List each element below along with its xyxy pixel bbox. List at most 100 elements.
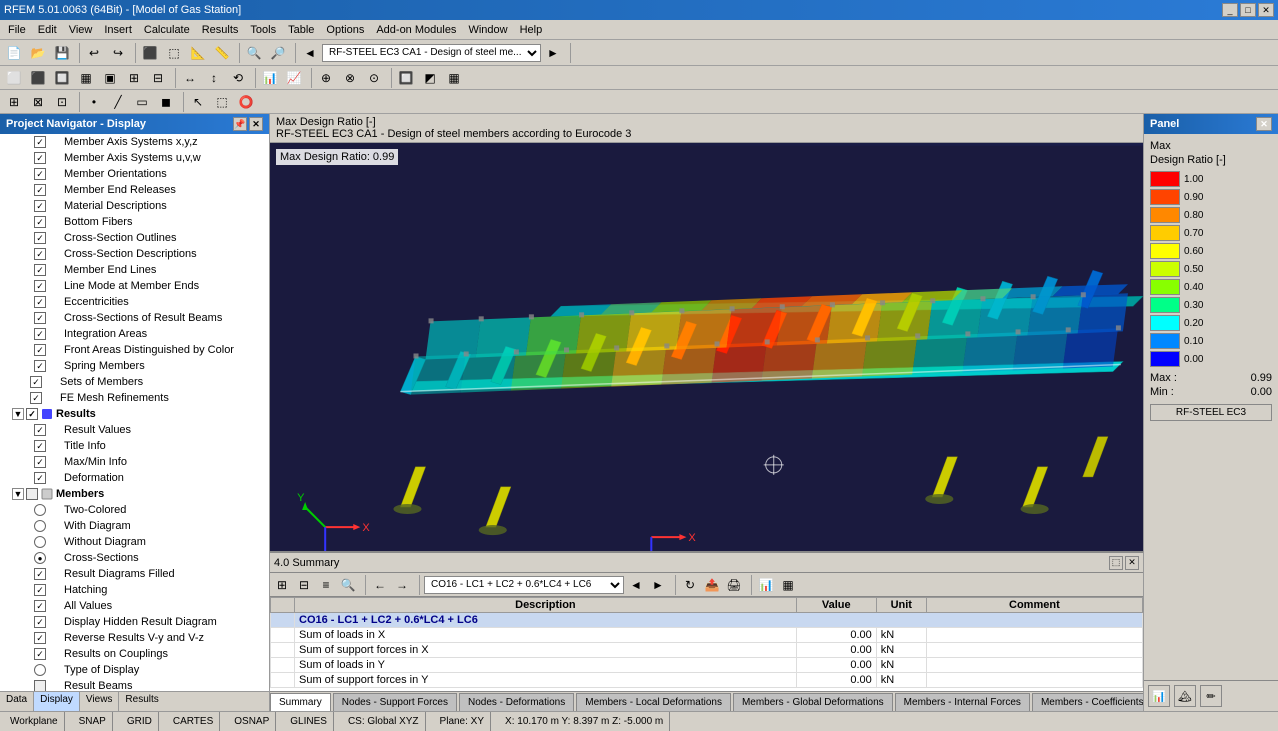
checkbox-1[interactable] xyxy=(34,152,46,164)
tb2-btn9[interactable]: ↕ xyxy=(203,67,225,89)
tab-nodes---support-forces[interactable]: Nodes - Support Forces xyxy=(333,693,457,711)
tree-item-4[interactable]: Material Descriptions xyxy=(0,198,269,214)
zoom-in-btn[interactable]: 🔍 xyxy=(243,42,265,64)
tree-item-30[interactable]: Display Hidden Result Diagram xyxy=(0,614,269,630)
table-row-3[interactable]: Sum of loads in Y0.00kN xyxy=(271,658,1143,673)
tb2-view1[interactable]: 🔲 xyxy=(395,67,417,89)
menu-item-add-on-modules[interactable]: Add-on Modules xyxy=(370,22,462,38)
tree-item-18[interactable]: Result Values xyxy=(0,422,269,438)
tree-item-27[interactable]: Result Diagrams Filled xyxy=(0,566,269,582)
tab-members---global-deformations[interactable]: Members - Global Deformations xyxy=(733,693,893,711)
tree-item-1[interactable]: Member Axis Systems u,v,w xyxy=(0,150,269,166)
tree-item-24[interactable]: With Diagram xyxy=(0,518,269,534)
checkbox-14[interactable] xyxy=(34,360,46,372)
bt-export[interactable]: 📤 xyxy=(703,576,721,594)
tb2-btn5[interactable]: ▣ xyxy=(99,67,121,89)
zoom-out-btn[interactable]: 🔎 xyxy=(267,42,289,64)
checkbox-28[interactable] xyxy=(34,584,46,596)
checkbox-2[interactable] xyxy=(34,168,46,180)
checkbox-27[interactable] xyxy=(34,568,46,580)
expander-17[interactable]: ▼ xyxy=(12,408,24,420)
viewport[interactable]: Max Design Ratio [-] RF-STEEL EC3 CA1 - … xyxy=(270,114,1143,551)
tb2-btn4[interactable]: ▦ xyxy=(75,67,97,89)
tree-item-8[interactable]: Member End Lines xyxy=(0,262,269,278)
tree-item-13[interactable]: Front Areas Distinguished by Color xyxy=(0,342,269,358)
minimize-button[interactable]: _ xyxy=(1222,3,1238,17)
save-btn[interactable]: 💾 xyxy=(51,42,73,64)
bt-btn6[interactable]: → xyxy=(393,576,411,594)
tb2-btn10[interactable]: ⟲ xyxy=(227,67,249,89)
nav-tab-data[interactable]: Data xyxy=(0,692,34,711)
checkbox-4[interactable] xyxy=(34,200,46,212)
checkbox-18[interactable] xyxy=(34,424,46,436)
radio-24[interactable] xyxy=(34,520,46,532)
checkbox-31[interactable] xyxy=(34,632,46,644)
menu-item-insert[interactable]: Insert xyxy=(98,22,138,38)
radio-23[interactable] xyxy=(34,504,46,516)
tree-item-5[interactable]: Bottom Fibers xyxy=(0,214,269,230)
panel-footer-btn1[interactable]: 📊 xyxy=(1148,685,1170,707)
checkbox-17[interactable] xyxy=(26,408,38,420)
panel-action-button[interactable]: RF-STEEL EC3 xyxy=(1150,404,1272,421)
tb3-line[interactable]: ╱ xyxy=(107,91,129,113)
tree-item-12[interactable]: Integration Areas xyxy=(0,326,269,342)
checkbox-7[interactable] xyxy=(34,248,46,260)
checkbox-32[interactable] xyxy=(34,648,46,660)
tree-item-26[interactable]: ●Cross-Sections xyxy=(0,550,269,566)
tb-btn-4[interactable]: 📏 xyxy=(211,42,233,64)
menu-item-help[interactable]: Help xyxy=(514,22,549,38)
bt-btn3[interactable]: ≡ xyxy=(317,576,335,594)
bt-btn2[interactable]: ⊟ xyxy=(295,576,313,594)
menu-item-tools[interactable]: Tools xyxy=(244,22,282,38)
tb2-btn3[interactable]: 🔲 xyxy=(51,67,73,89)
bottom-panel-close-button[interactable]: ✕ xyxy=(1125,556,1139,570)
checkbox-5[interactable] xyxy=(34,216,46,228)
tree-item-32[interactable]: Results on Couplings xyxy=(0,646,269,662)
tree-item-25[interactable]: Without Diagram xyxy=(0,534,269,550)
bt-print[interactable]: 🖨 xyxy=(725,576,743,594)
tree-item-19[interactable]: Title Info xyxy=(0,438,269,454)
tree-item-3[interactable]: Member End Releases xyxy=(0,182,269,198)
checkbox-10[interactable] xyxy=(34,296,46,308)
tree-item-9[interactable]: Line Mode at Member Ends xyxy=(0,278,269,294)
tb3-btn1[interactable]: ⊞ xyxy=(3,91,25,113)
tree-item-15[interactable]: Sets of Members xyxy=(0,374,269,390)
checkbox-13[interactable] xyxy=(34,344,46,356)
undo-btn[interactable]: ↩ xyxy=(83,42,105,64)
tb-btn-3[interactable]: 📐 xyxy=(187,42,209,64)
tree-item-0[interactable]: Member Axis Systems x,y,z xyxy=(0,134,269,150)
tb2-btn6[interactable]: ⊞ xyxy=(123,67,145,89)
tree-item-22[interactable]: ▼Members xyxy=(0,486,269,502)
checkbox-29[interactable] xyxy=(34,600,46,612)
viewport-canvas[interactable]: X Y Z X xyxy=(270,143,1143,551)
tree-item-10[interactable]: Eccentricities xyxy=(0,294,269,310)
tb3-node[interactable]: • xyxy=(83,91,105,113)
menu-item-file[interactable]: File xyxy=(2,22,32,38)
checkbox-20[interactable] xyxy=(34,456,46,468)
bt-table[interactable]: ▦ xyxy=(779,576,797,594)
checkbox-22[interactable] xyxy=(26,488,38,500)
menu-item-options[interactable]: Options xyxy=(320,22,370,38)
checkbox-8[interactable] xyxy=(34,264,46,276)
tb3-sel1[interactable]: ↖ xyxy=(187,91,209,113)
checkbox-19[interactable] xyxy=(34,440,46,452)
tree-item-7[interactable]: Cross-Section Descriptions xyxy=(0,246,269,262)
table-row-0[interactable]: CO16 - LC1 + LC2 + 0.6*LC4 + LC6 xyxy=(271,613,1143,628)
panel-footer-btn3[interactable]: ✏ xyxy=(1200,685,1222,707)
bottom-panel-float-button[interactable]: ⬚ xyxy=(1109,556,1123,570)
checkbox-16[interactable] xyxy=(30,392,42,404)
tb2-btn8[interactable]: ↔ xyxy=(179,67,201,89)
new-btn[interactable]: 📄 xyxy=(3,42,25,64)
tree-item-23[interactable]: Two-Colored xyxy=(0,502,269,518)
arr-right-btn[interactable]: ► xyxy=(542,42,564,64)
nav-tab-results[interactable]: Results xyxy=(119,692,164,711)
tb2-snap1[interactable]: ⊕ xyxy=(315,67,337,89)
tb3-sel2[interactable]: ⬚ xyxy=(211,91,233,113)
checkbox-30[interactable] xyxy=(34,616,46,628)
bt-nav-right[interactable]: ► xyxy=(649,576,667,594)
tree-item-11[interactable]: Cross-Sections of Result Beams xyxy=(0,310,269,326)
tb3-btn3[interactable]: ⊡ xyxy=(51,91,73,113)
table-row-1[interactable]: Sum of loads in X0.00kN xyxy=(271,628,1143,643)
nav-tab-display[interactable]: Display xyxy=(34,692,80,711)
close-button[interactable]: ✕ xyxy=(1258,3,1274,17)
